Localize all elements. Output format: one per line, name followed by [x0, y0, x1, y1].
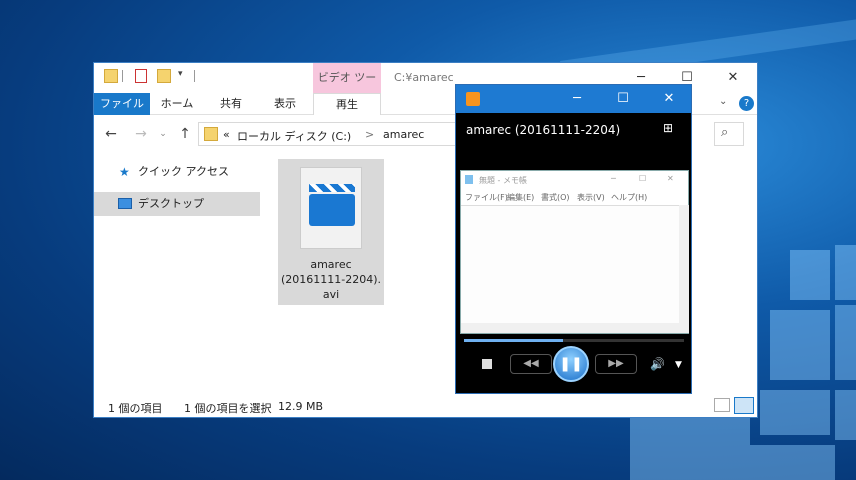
address-folder[interactable]: amarec [383, 128, 424, 141]
media-player-logo-icon [466, 92, 480, 106]
volume-icon[interactable]: 🔊 [650, 357, 665, 387]
properties-icon[interactable] [135, 69, 147, 83]
stop-button[interactable] [482, 359, 492, 369]
sidebar-item-label: クイック アクセス [138, 165, 229, 178]
file-name: amarec (20161111-2204). avi [280, 258, 382, 301]
close-button[interactable]: ✕ [710, 63, 756, 93]
notepad-menu-item: ヘルプ(H) [611, 193, 648, 202]
notepad-menu-item: ファイル(F) [465, 193, 508, 202]
sidebar-item-desktop[interactable]: デスクトップ [94, 192, 260, 216]
address-overflow[interactable]: « [223, 128, 230, 141]
customize-dropdown-icon[interactable]: ▾ [178, 69, 183, 85]
seek-bar-progress [464, 339, 563, 342]
notepad-menu: ファイル(F) 編集(E) 書式(O) 表示(V) ヘルプ(H) [461, 189, 688, 205]
tab-home[interactable]: ホーム [150, 93, 204, 115]
selected-count: 1 個の項目を選択 [184, 402, 272, 415]
notepad-minimize: ─ [611, 174, 616, 183]
notepad-hscrollbar [461, 323, 679, 333]
file-item-selected[interactable]: amarec (20161111-2204). avi [278, 159, 384, 305]
tab-share[interactable]: 共有 [204, 93, 258, 115]
desktop-icon [118, 198, 132, 209]
tab-play[interactable]: 再生 [313, 93, 381, 115]
tab-view[interactable]: 表示 [258, 93, 312, 115]
notepad-menu-item: 書式(O) [541, 193, 570, 202]
recent-locations-icon[interactable]: ⌄ [152, 123, 174, 145]
volume-dropdown-icon[interactable]: ▼ [675, 360, 682, 390]
large-icons-view-icon[interactable] [734, 397, 754, 414]
address-bar[interactable]: « ローカル ディスク (C:) > amarec [198, 122, 458, 146]
notepad-maximize: ☐ [639, 174, 647, 183]
up-button[interactable]: ↑ [174, 123, 196, 145]
window-path: C:¥amarec [394, 71, 454, 84]
search-icon: ⌕ [721, 125, 729, 140]
star-icon: ★ [119, 165, 130, 179]
details-view-icon[interactable] [714, 398, 730, 412]
media-title: amarec (20161111-2204) [466, 123, 621, 137]
next-button[interactable]: ▶▶ [595, 354, 637, 374]
divider [122, 70, 123, 82]
previous-button[interactable]: ◀◀ [510, 354, 552, 374]
player-titlebar: ─ ☐ ✕ [456, 85, 691, 113]
notepad-scrollbar [679, 205, 689, 333]
forward-button[interactable]: → [130, 123, 152, 145]
help-icon[interactable]: ? [739, 96, 754, 111]
expand-ribbon-icon[interactable]: ⌄ [719, 96, 727, 107]
status-bar: 1 個の項目 1 個の項目を選択 12.9 MB [94, 395, 757, 417]
media-player-window: ─ ☐ ✕ amarec (20161111-2204) ⊞ 無題 - メモ帳 … [455, 84, 692, 394]
address-drive[interactable]: ローカル ディスク (C:) [237, 128, 351, 144]
folder-icon[interactable] [104, 69, 118, 83]
search-box[interactable]: ⌕ [714, 122, 744, 146]
switch-to-library-icon[interactable]: ⊞ [663, 121, 673, 135]
maximize-button[interactable]: ☐ [600, 85, 646, 113]
video-frame-notepad: 無題 - メモ帳 ─ ☐ ✕ ファイル(F) 編集(E) 書式(O) 表示(V)… [460, 170, 689, 334]
new-folder-icon[interactable] [157, 69, 171, 83]
minimize-button[interactable]: ─ [554, 85, 600, 113]
notepad-close: ✕ [667, 174, 674, 183]
video-file-icon [300, 167, 362, 249]
selected-size: 12.9 MB [278, 400, 324, 413]
pause-button[interactable]: ❚❚ [553, 346, 589, 382]
seek-bar[interactable] [464, 339, 684, 342]
notepad-text-area [461, 205, 679, 323]
notepad-title: 無題 - メモ帳 [479, 176, 527, 185]
notepad-menu-item: 編集(E) [507, 193, 535, 202]
notepad-icon [465, 175, 473, 184]
notepad-menu-item: 表示(V) [577, 193, 605, 202]
sidebar-item-label: デスクトップ [138, 197, 204, 210]
notepad-titlebar: 無題 - メモ帳 ─ ☐ ✕ [461, 171, 688, 189]
back-button[interactable]: ← [100, 123, 122, 145]
video-tools-context-tab[interactable]: ビデオ ツール [313, 63, 381, 114]
sidebar-item-quick-access[interactable]: ★ クイック アクセス [94, 160, 260, 184]
address-separator[interactable]: > [365, 128, 374, 141]
close-button[interactable]: ✕ [646, 85, 692, 113]
tab-file[interactable]: ファイル [94, 93, 150, 115]
item-count: 1 個の項目 [108, 402, 163, 415]
folder-icon [204, 127, 218, 141]
divider [194, 70, 195, 82]
